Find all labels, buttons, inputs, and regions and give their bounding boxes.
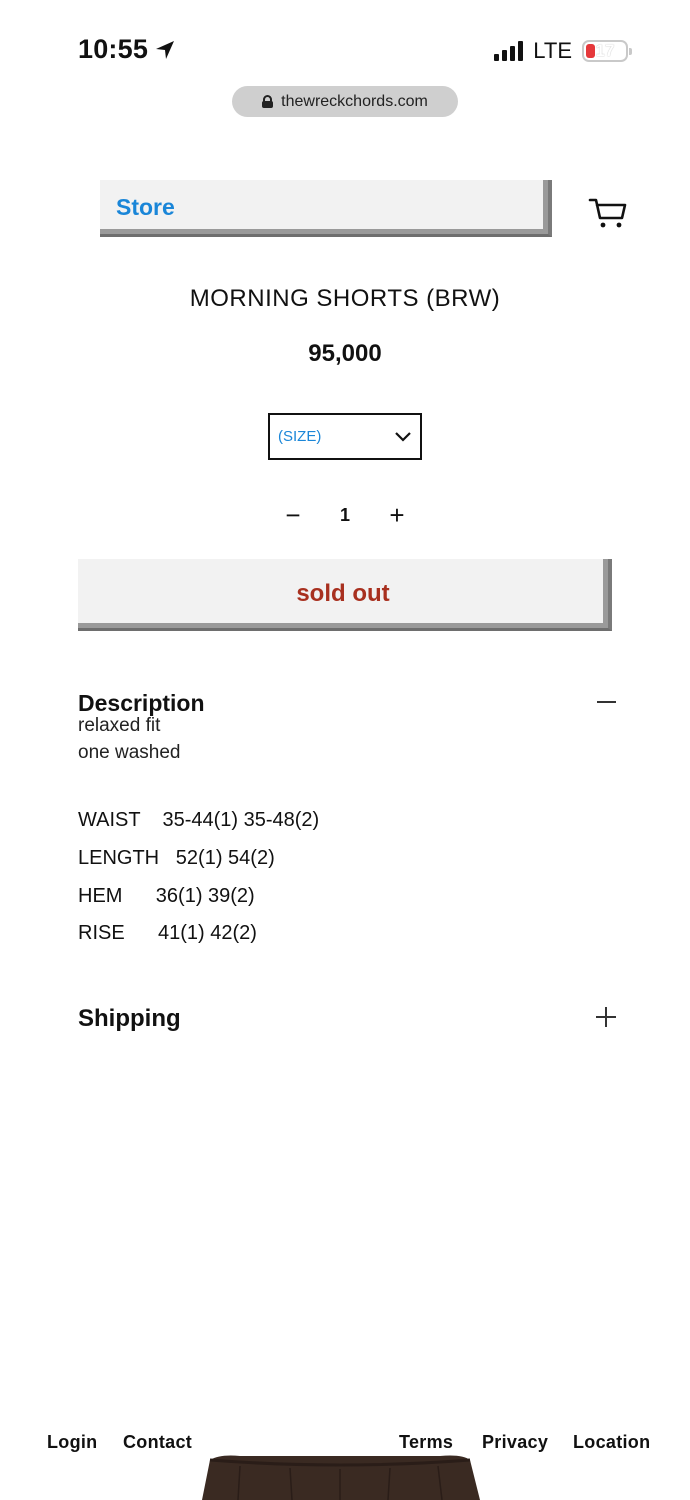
address-bar[interactable]: thewreckchords.com [232, 86, 458, 117]
chevron-down-icon [395, 431, 411, 442]
footer-link-privacy[interactable]: Privacy [482, 1432, 548, 1453]
status-indicators: LTE 17 [494, 38, 632, 64]
spec-row-hem: HEM 36(1) 39(2) [78, 885, 255, 907]
store-label: Store [116, 193, 175, 220]
description-line: one washed [78, 742, 181, 763]
clock: 10:55 [78, 34, 149, 64]
quantity-stepper: − 1 + [280, 500, 410, 530]
product-title: MORNING SHORTS (BRW) [189, 285, 501, 312]
size-select-value: (SIZE) [278, 428, 322, 445]
footer-link-terms[interactable]: Terms [399, 1432, 453, 1453]
store-nav-button[interactable]: Store [100, 180, 552, 237]
size-select[interactable]: (SIZE) [268, 413, 422, 460]
spec-row-length: LENGTH 52(1) 54(2) [78, 847, 275, 869]
url-text: thewreckchords.com [281, 92, 428, 110]
quantity-decrement-button[interactable]: − [280, 502, 306, 528]
sold-out-button[interactable]: sold out [78, 559, 612, 631]
collapse-icon[interactable] [597, 701, 616, 703]
product-price: 95,000 [308, 340, 382, 367]
quantity-increment-button[interactable]: + [384, 502, 410, 528]
spec-row-waist: WAIST 35-44(1) 35-48(2) [78, 809, 320, 831]
location-arrow-icon [156, 40, 175, 59]
battery-icon: 17 [582, 40, 632, 62]
footer-link-location[interactable]: Location [573, 1432, 650, 1453]
spec-row-rise: RISE 41(1) 42(2) [78, 922, 257, 944]
description-heading[interactable]: Description [78, 690, 205, 717]
battery-level: 17 [595, 41, 615, 60]
status-time: 10:55 [78, 34, 176, 65]
sold-out-label: sold out [296, 579, 390, 607]
network-type: LTE [533, 38, 572, 63]
signal-icon [494, 41, 524, 61]
product-image [202, 1455, 480, 1500]
footer-link-contact[interactable]: Contact [123, 1432, 192, 1453]
quantity-value: 1 [339, 504, 350, 525]
shipping-heading[interactable]: Shipping [78, 1005, 181, 1033]
footer-link-login[interactable]: Login [47, 1432, 97, 1453]
description-line: relaxed fit [78, 715, 161, 736]
expand-icon[interactable] [596, 1007, 616, 1027]
cart-icon[interactable] [588, 196, 628, 230]
lock-icon [262, 95, 274, 108]
